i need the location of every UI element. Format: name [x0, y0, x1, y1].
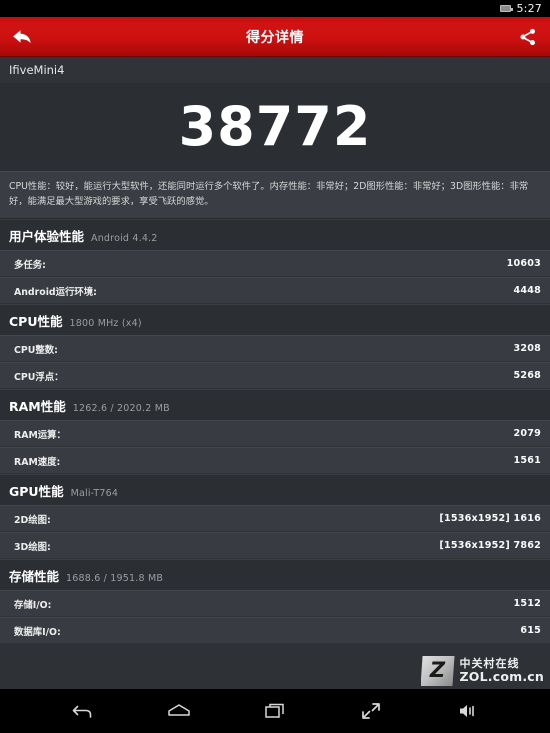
- section-subtitle: 1262.6 / 2020.2 MB: [72, 403, 170, 414]
- section-title: RAM性能: [9, 399, 66, 414]
- section-title: 用户体验性能: [9, 229, 85, 244]
- zol-logo-letter: Z: [429, 657, 446, 682]
- table-row[interactable]: RAM速度: 1561: [0, 447, 550, 474]
- section-title: CPU性能: [9, 314, 63, 329]
- row-label: 多任务:: [14, 259, 46, 271]
- device-name: IfiveMini4: [0, 57, 550, 83]
- section-subtitle: Android 4.4.2: [91, 233, 158, 244]
- table-row[interactable]: CPU整数: 3208: [0, 335, 550, 362]
- zol-watermark-text: 中关村在线 ZOL.com.cn: [459, 657, 544, 685]
- row-value: 615: [520, 625, 541, 636]
- table-row[interactable]: RAM运算： 2079: [0, 420, 550, 447]
- home-icon[interactable]: [162, 694, 196, 728]
- table-row[interactable]: 数据库I/O: 615: [0, 617, 550, 644]
- section-cpu: CPU性能 1800 MHz (x4) CPU整数: 3208 CPU浮点： 5…: [0, 304, 550, 389]
- section-header: RAM性能 1262.6 / 2020.2 MB: [0, 389, 550, 420]
- section-header: CPU性能 1800 MHz (x4): [0, 304, 550, 335]
- section-ram: RAM性能 1262.6 / 2020.2 MB RAM运算： 2079 RAM…: [0, 389, 550, 474]
- section-header: GPU性能 Mali-T764: [0, 474, 550, 505]
- table-row[interactable]: Android运行环境: 4448: [0, 277, 550, 304]
- row-label: 数据库I/O:: [14, 626, 61, 638]
- row-value: 4448: [513, 285, 541, 296]
- row-label: 存储I/O:: [14, 599, 52, 611]
- app-bar: 得分详情: [0, 17, 550, 57]
- section-header: 用户体验性能 Android 4.4.2: [0, 219, 550, 250]
- section-subtitle: 1800 MHz (x4): [69, 318, 142, 329]
- performance-summary-text: CPU性能：较好，能运行大型软件，还能同时运行多个软件了。内存性能：非常好；2D…: [0, 171, 550, 219]
- row-label: RAM速度:: [14, 456, 61, 468]
- row-label: RAM运算：: [14, 429, 66, 441]
- row-label: 2D绘图:: [14, 514, 51, 526]
- row-value: 5268: [513, 370, 541, 381]
- share-icon[interactable]: [506, 17, 550, 57]
- table-row[interactable]: 3D绘图: [1536x1952] 7862: [0, 532, 550, 559]
- table-row[interactable]: CPU浮点： 5268: [0, 362, 550, 389]
- zol-watermark: Z 中关村在线 ZOL.com.cn: [420, 656, 544, 686]
- zol-name-en: ZOL.com.cn: [459, 669, 544, 685]
- section-user-experience: 用户体验性能 Android 4.4.2 多任务: 10603 Android运…: [0, 219, 550, 304]
- row-label: 3D绘图:: [14, 541, 51, 553]
- back-arrow-icon[interactable]: [0, 17, 44, 57]
- row-label: Android运行环境:: [14, 286, 97, 298]
- table-row[interactable]: 2D绘图: [1536x1952] 1616: [0, 505, 550, 532]
- table-row[interactable]: 多任务: 10603: [0, 250, 550, 277]
- page-title: 得分详情: [246, 29, 304, 46]
- section-title: GPU性能: [9, 484, 64, 499]
- row-value: 10603: [506, 258, 541, 269]
- battery-icon: [500, 5, 514, 12]
- section-header: 存储性能 1688.6 / 1951.8 MB: [0, 559, 550, 590]
- section-storage: 存储性能 1688.6 / 1951.8 MB 存储I/O: 1512 数据库I…: [0, 559, 550, 644]
- row-label: CPU浮点：: [14, 371, 64, 383]
- row-value: 1512: [513, 598, 541, 609]
- recents-icon[interactable]: [258, 694, 292, 728]
- system-navigation-bar: [0, 689, 550, 733]
- table-row[interactable]: 存储I/O: 1512: [0, 590, 550, 617]
- total-score-panel: 38772: [0, 83, 550, 171]
- section-gpu: GPU性能 Mali-T764 2D绘图: [1536x1952] 1616 3…: [0, 474, 550, 559]
- row-value: 2079: [513, 428, 541, 439]
- status-bar: 5:27: [0, 0, 550, 17]
- row-value: [1536x1952] 7862: [439, 540, 541, 551]
- zol-logo-icon: Z: [420, 656, 455, 686]
- total-score-value: 38772: [178, 95, 372, 158]
- row-value: 1561: [513, 455, 541, 466]
- row-value: 3208: [513, 343, 541, 354]
- section-title: 存储性能: [9, 569, 60, 584]
- row-label: CPU整数:: [14, 344, 58, 356]
- row-value: [1536x1952] 1616: [439, 513, 541, 524]
- section-subtitle: 1688.6 / 1951.8 MB: [66, 573, 164, 584]
- status-bar-clock: 5:27: [516, 2, 542, 15]
- section-subtitle: Mali-T764: [70, 488, 119, 499]
- fullscreen-icon[interactable]: [354, 694, 388, 728]
- back-icon[interactable]: [66, 694, 100, 728]
- volume-icon[interactable]: [450, 694, 484, 728]
